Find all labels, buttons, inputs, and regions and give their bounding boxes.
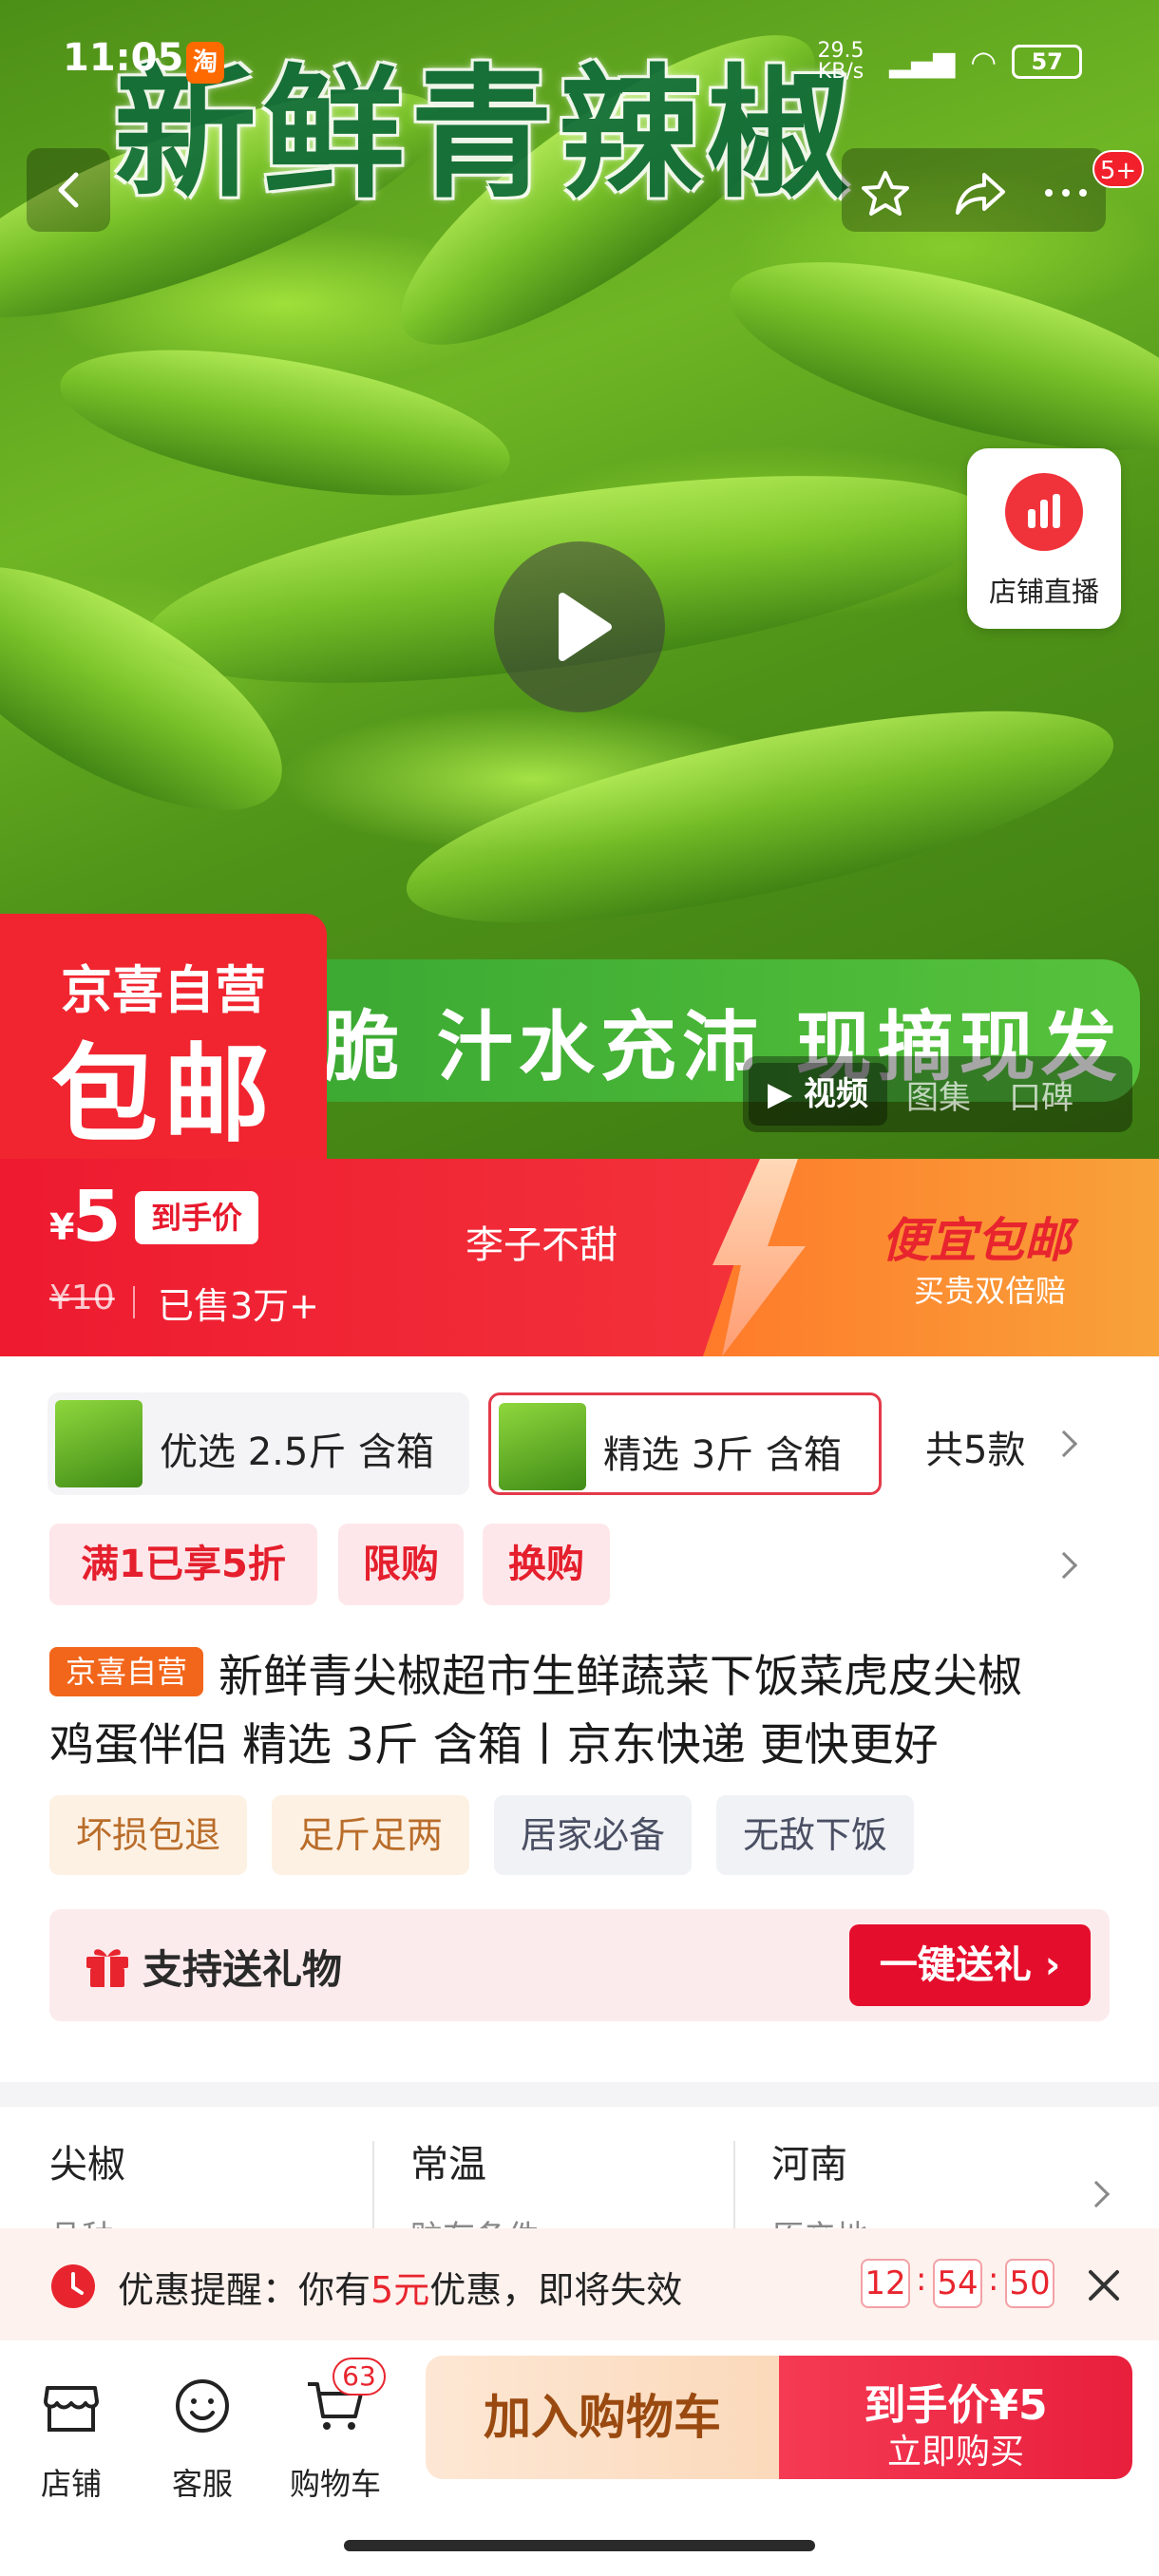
coupon-discount[interactable]: 满1已享5折 — [49, 1524, 317, 1605]
discount-reminder: 优惠提醒：你有5元优惠，即将失效 12 : 54 : 50 — [0, 2228, 1159, 2340]
final-price-tag: 到手价 — [135, 1191, 258, 1244]
section-divider — [0, 2082, 1159, 2107]
chevron-right-icon[interactable] — [1082, 2180, 1111, 2208]
service-label: 客服 — [171, 2466, 233, 2502]
seller-name: 李子不甜 — [466, 1223, 618, 1267]
home-indicator[interactable] — [344, 2540, 815, 2551]
shop-button[interactable]: 店铺 — [19, 2365, 124, 2502]
colon: : — [916, 2261, 927, 2299]
self-operated-tag: 京喜自营 — [49, 1647, 203, 1696]
coupon-exchange[interactable]: 换购 — [483, 1524, 610, 1605]
free-shipping-text: 包邮 — [51, 1033, 276, 1157]
customer-service-button[interactable]: 客服 — [150, 2365, 255, 2502]
chevron-right-icon[interactable] — [1050, 1430, 1078, 1458]
back-button[interactable] — [27, 148, 110, 232]
cart-label: 购物车 — [289, 2466, 381, 2502]
status-right: 29.5 KB/s ▂▄▆ ◠ 57 — [808, 38, 1083, 85]
coupon-limit[interactable]: 限购 — [338, 1524, 464, 1605]
tab-reviews[interactable]: 口碑 — [990, 1071, 1092, 1118]
sold-count: 已售3万+ — [158, 1285, 320, 1327]
share-icon[interactable] — [952, 169, 1009, 217]
cart-count-badge: 63 — [332, 2358, 386, 2396]
clock-icon — [51, 2264, 95, 2308]
close-icon[interactable] — [1085, 2266, 1123, 2304]
media-tabs: ▶ 视频 图集 口碑 — [743, 1056, 1132, 1132]
free-shipping-badge: 京喜自营 包邮 — [0, 914, 327, 1161]
wifi-icon: ◠ — [970, 44, 998, 80]
chevron-left-icon — [58, 172, 79, 208]
battery-icon: 57 — [1012, 45, 1083, 79]
product-tag: 无敌下饭 — [716, 1795, 914, 1875]
tab-gallery[interactable]: 图集 — [887, 1071, 990, 1118]
promo-title: 便宜包邮 — [882, 1213, 1072, 1268]
tab-video[interactable]: ▶ 视频 — [749, 1063, 887, 1126]
gift-section: 支持送礼物 一键送礼 › — [49, 1909, 1110, 2021]
buy-now-label: 立即购买 — [886, 2433, 1024, 2472]
variant-label: 优选 2.5斤 含箱 — [160, 1430, 435, 1474]
favorite-star-icon[interactable] — [857, 169, 914, 217]
buy-price-label: 到手价¥5 — [864, 2381, 1048, 2430]
attribute-value: 尖椒 — [49, 2143, 125, 2187]
play-icon — [559, 593, 612, 661]
price-bar: ¥ 5 到手价 ¥10 已售3万+ 李子不甜 便宜包邮 买贵双倍赔 — [0, 1159, 1159, 1356]
product-tag: 居家必备 — [494, 1795, 692, 1875]
message-badge: 5+ — [1092, 150, 1144, 188]
attribute-value: 常温 — [410, 2143, 486, 2187]
variant-thumbnail — [499, 1403, 586, 1490]
status-time: 11:05 — [63, 36, 184, 80]
pepper-shape — [49, 322, 521, 523]
variant-option[interactable]: 优选 2.5斤 含箱 — [48, 1392, 469, 1495]
attribute-value: 河南 — [771, 2143, 847, 2187]
taobao-app-icon: 淘 — [186, 42, 224, 84]
product-title-line1: 新鲜青尖椒超市生鲜蔬菜下饭菜虎皮尖椒 — [218, 1651, 1022, 1703]
add-to-cart-button[interactable]: 加入购物车 — [426, 2356, 779, 2479]
live-label: 店铺直播 — [988, 576, 1099, 608]
product-tag: 足斤足两 — [272, 1795, 469, 1875]
chevron-right-icon[interactable] — [1050, 1551, 1078, 1580]
nav-actions — [842, 148, 1106, 232]
countdown-hours: 12 — [861, 2259, 910, 2308]
buy-now-button[interactable]: 到手价¥5 立即购买 — [779, 2356, 1132, 2479]
service-icon — [176, 2379, 229, 2433]
countdown-seconds: 50 — [1005, 2259, 1054, 2308]
store-live-button[interactable]: 店铺直播 — [967, 448, 1121, 629]
gift-label: 支持送礼物 — [142, 1946, 343, 1993]
shop-icon — [44, 2386, 99, 2432]
net-speed: 29.5 KB/s — [817, 39, 864, 84]
colon: : — [988, 2261, 999, 2299]
product-tag: 坏损包退 — [49, 1795, 247, 1875]
price-value: 5 — [72, 1176, 122, 1258]
shop-label: 店铺 — [40, 2466, 102, 2502]
variant-label: 精选 3斤 含箱 — [603, 1433, 842, 1477]
product-title-line2: 鸡蛋伴侣 精选 3斤 含箱丨京东快递 更快更好 — [49, 1719, 939, 1771]
hero-title: 新鲜青辣椒 — [114, 52, 856, 218]
play-video-button[interactable] — [494, 541, 665, 712]
signal-icon: ▂▄▆ — [889, 45, 956, 79]
reminder-text: 优惠提醒：你有5元优惠，即将失效 — [118, 2269, 683, 2311]
live-icon — [1005, 473, 1083, 551]
original-price: ¥10 — [49, 1279, 115, 1317]
promo-subtitle: 买贵双倍赔 — [914, 1273, 1067, 1309]
send-gift-button[interactable]: 一键送礼 › — [849, 1924, 1091, 2006]
gift-icon — [86, 1949, 128, 1987]
variant-option-selected[interactable]: 精选 3斤 含箱 — [488, 1392, 882, 1495]
variant-thumbnail — [55, 1400, 142, 1487]
variant-count[interactable]: 共5款 — [925, 1419, 1025, 1474]
divider — [133, 1286, 135, 1318]
currency-symbol: ¥ — [49, 1206, 75, 1248]
countdown-minutes: 54 — [933, 2259, 982, 2308]
more-icon[interactable] — [1037, 169, 1094, 217]
